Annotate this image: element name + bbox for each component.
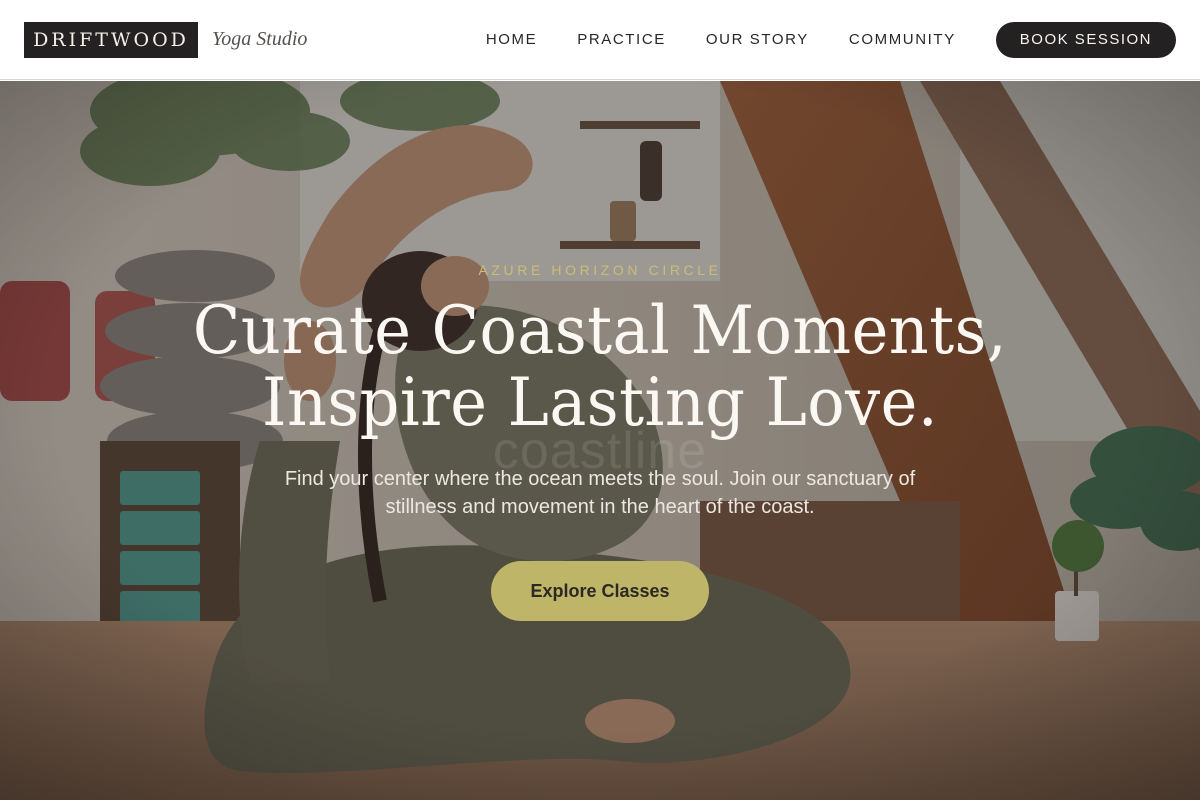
hero-headline: Curate Coastal Moments, Inspire Lasting … (36, 295, 1164, 439)
logo-tagline: Yoga Studio (212, 28, 308, 50)
book-session-button[interactable]: BOOK SESSION (995, 21, 1176, 58)
hero-content: AZURE HORIZON CIRCLE Curate Coastal Mome… (0, 81, 1200, 800)
main-nav: HOME PRACTICE OUR STORY COMMUNITY BOOK S… (486, 21, 1176, 58)
headline-line-1: Curate Coastal Moments, (192, 292, 1008, 369)
hero-section: AZURE HORIZON CIRCLE Curate Coastal Mome… (0, 81, 1200, 800)
nav-link-home[interactable]: HOME (486, 31, 537, 48)
hero-subtext: Find your center where the ocean meets t… (284, 468, 916, 518)
logo-text: DRIFTWOOD (33, 28, 189, 51)
site-header: DRIFTWOOD Yoga Studio HOME PRACTICE OUR … (0, 0, 1200, 80)
logo[interactable]: DRIFTWOOD (24, 21, 198, 58)
explore-classes-button[interactable]: Explore Classes (491, 561, 709, 621)
nav-link-our-story[interactable]: OUR STORY (706, 31, 809, 48)
nav-link-practice[interactable]: PRACTICE (577, 31, 666, 48)
hero-eyebrow: AZURE HORIZON CIRCLE (478, 262, 722, 278)
nav-link-community[interactable]: COMMUNITY (849, 31, 956, 48)
